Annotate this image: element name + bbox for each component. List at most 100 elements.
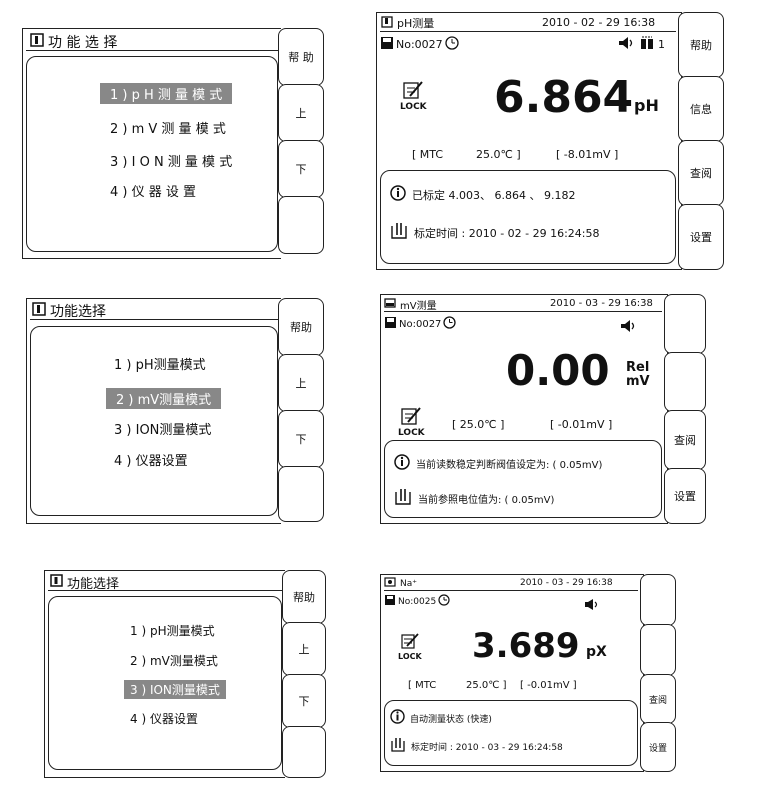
- down-button[interactable]: 下: [278, 410, 324, 468]
- title-underline: [26, 50, 278, 51]
- review-button[interactable]: 查阅: [678, 140, 724, 206]
- clock-icon: [443, 316, 457, 332]
- menu-screen-2: 功能选择 1 ) pH测量模式 2 ) mV测量模式 3 ) ION测量模式 4…: [26, 298, 324, 524]
- electrode-icon: [640, 36, 656, 53]
- record-number: No:0025: [384, 594, 450, 609]
- save-icon: [384, 594, 396, 609]
- settings-button[interactable]: 设置: [640, 722, 676, 772]
- temperature: [ 25.0℃ ]: [452, 418, 505, 431]
- calibration-time: 标定时间 : 2010 - 03 - 29 16:24:58: [390, 737, 563, 756]
- menu-item-mv-mode[interactable]: 2 ) mV测量模式: [106, 388, 222, 409]
- down-button[interactable]: 下: [282, 674, 326, 728]
- help-button[interactable]: 帮助: [678, 12, 724, 78]
- reference-info: 当前参照电位值为: ( 0.05mV): [394, 488, 554, 509]
- menu-item-settings[interactable]: 4 ) 仪 器 设 置: [110, 181, 196, 200]
- lock-indicator: LOCK: [398, 632, 422, 661]
- info-button[interactable]: 信息: [678, 76, 724, 142]
- speaker-icon: [620, 318, 636, 337]
- menu-screen-1: 功 能 选 择 1 ) p H 测 量 模 式 2 ) m V 测 量 模 式 …: [22, 28, 324, 259]
- lock-indicator: LOCK: [400, 80, 427, 112]
- speaker-icon: [618, 36, 634, 53]
- header-rule: [384, 311, 662, 312]
- temp-mode: [ MTC: [408, 680, 437, 691]
- reading-unit-rel: Rel: [626, 360, 650, 375]
- info-icon: [390, 709, 405, 727]
- up-button[interactable]: 上: [278, 84, 324, 142]
- header-rule: [380, 31, 676, 32]
- measure-status: 自动测量状态 (快速): [390, 709, 492, 727]
- lock-icon: [400, 632, 420, 654]
- settings-button[interactable]: 设置: [678, 204, 724, 270]
- lock-icon: [402, 80, 424, 104]
- clock-icon: [445, 36, 459, 53]
- mv-readout: [ -0.01mV ]: [550, 418, 613, 431]
- mv-mode-icon: [384, 298, 396, 311]
- info-icon: [394, 454, 410, 473]
- calibration-info: 已标定 4.003、 6.864 、 9.182: [390, 185, 575, 204]
- title-underline: [30, 319, 278, 320]
- temp-mode: [ MTC: [412, 148, 444, 161]
- menu-item-settings[interactable]: 4 ) 仪器设置: [114, 450, 188, 469]
- mode-title: mV测量: [384, 297, 437, 312]
- lock-icon: [400, 406, 422, 430]
- mv-measure-screen: mV测量 2010 - 03 - 29 16:38 No:0027 0.00 R…: [380, 294, 706, 524]
- up-button[interactable]: 上: [278, 354, 324, 412]
- datetime: 2010 - 03 - 29 16:38: [550, 298, 653, 309]
- reading-unit-mv: mV: [626, 374, 650, 389]
- up-button[interactable]: 上: [282, 622, 326, 676]
- blank-button-1[interactable]: [640, 574, 676, 626]
- mv-readout: [ -8.01mV ]: [556, 148, 619, 161]
- review-button[interactable]: 查阅: [664, 410, 706, 470]
- menu-item-ph-mode[interactable]: 1 ) pH测量模式: [114, 354, 206, 373]
- help-button[interactable]: 帮 助: [278, 28, 324, 86]
- ph-mode-icon: [381, 15, 393, 31]
- help-button[interactable]: 帮助: [278, 298, 324, 356]
- beaker-icon: [390, 222, 408, 243]
- calibration-time: 标定时间 : 2010 - 02 - 29 16:24:58: [390, 222, 600, 243]
- reading-value: 0.00: [506, 346, 610, 395]
- blank-button-2[interactable]: [664, 352, 706, 412]
- page-title: 功 能 选 择: [30, 32, 117, 52]
- help-button[interactable]: 帮助: [282, 570, 326, 624]
- menu-item-mv-mode[interactable]: 2 ) m V 测 量 模 式: [110, 118, 226, 137]
- menu-item-ph-mode[interactable]: 1 ) p H 测 量 模 式: [100, 83, 233, 104]
- record-number: No:0027: [380, 36, 459, 53]
- menu-item-ion-mode[interactable]: 3 ) I O N 测 量 模 式: [110, 151, 232, 170]
- temperature: 25.0℃ ]: [466, 680, 507, 691]
- mv-readout: [ -0.01mV ]: [520, 680, 577, 691]
- down-button[interactable]: 下: [278, 140, 324, 198]
- clock-icon: [438, 594, 450, 609]
- record-number: No:0027: [384, 316, 457, 332]
- menu-icon: [30, 33, 44, 51]
- mode-title: Na⁺: [384, 577, 417, 590]
- review-button[interactable]: 查阅: [640, 674, 676, 724]
- reading-unit: pH: [634, 96, 659, 115]
- settings-button[interactable]: 设置: [664, 468, 706, 524]
- reading-value: 6.864: [494, 72, 634, 123]
- menu-item-settings[interactable]: 4 ) 仪器设置: [130, 710, 198, 727]
- blank-button-2[interactable]: [640, 624, 676, 676]
- mode-title: pH测量: [381, 15, 434, 31]
- page-title: 功能选择: [32, 301, 106, 321]
- beaker-icon: [390, 737, 406, 756]
- status-icons: 1: [618, 36, 665, 53]
- menu-icon: [32, 302, 46, 320]
- save-icon: [384, 316, 397, 332]
- beaker-icon: [394, 488, 412, 509]
- blank-button-1[interactable]: [664, 294, 706, 354]
- header-rule: [384, 590, 638, 591]
- blank-button[interactable]: [282, 726, 326, 778]
- menu-item-ion-mode[interactable]: 3 ) ION测量模式: [114, 419, 211, 438]
- menu-item-ph-mode[interactable]: 1 ) pH测量模式: [130, 622, 215, 639]
- blank-button[interactable]: [278, 196, 324, 254]
- speaker-icon: [584, 596, 599, 615]
- menu-item-ion-mode[interactable]: 3 ) ION测量模式: [124, 680, 226, 699]
- menu-item-mv-mode[interactable]: 2 ) mV测量模式: [130, 652, 218, 669]
- threshold-info: 当前读数稳定判断阀值设定为: ( 0.05mV): [394, 454, 602, 473]
- ph-measure-screen: pH测量 2010 - 02 - 29 16:38 No:0027 1 LOCK…: [376, 12, 726, 270]
- lock-indicator: LOCK: [398, 406, 425, 438]
- info-icon: [390, 185, 406, 204]
- reading-value: 3.689: [472, 626, 580, 666]
- blank-button[interactable]: [278, 466, 324, 522]
- menu-screen-3: 功能选择 1 ) pH测量模式 2 ) mV测量模式 3 ) ION测量模式 4…: [44, 570, 326, 778]
